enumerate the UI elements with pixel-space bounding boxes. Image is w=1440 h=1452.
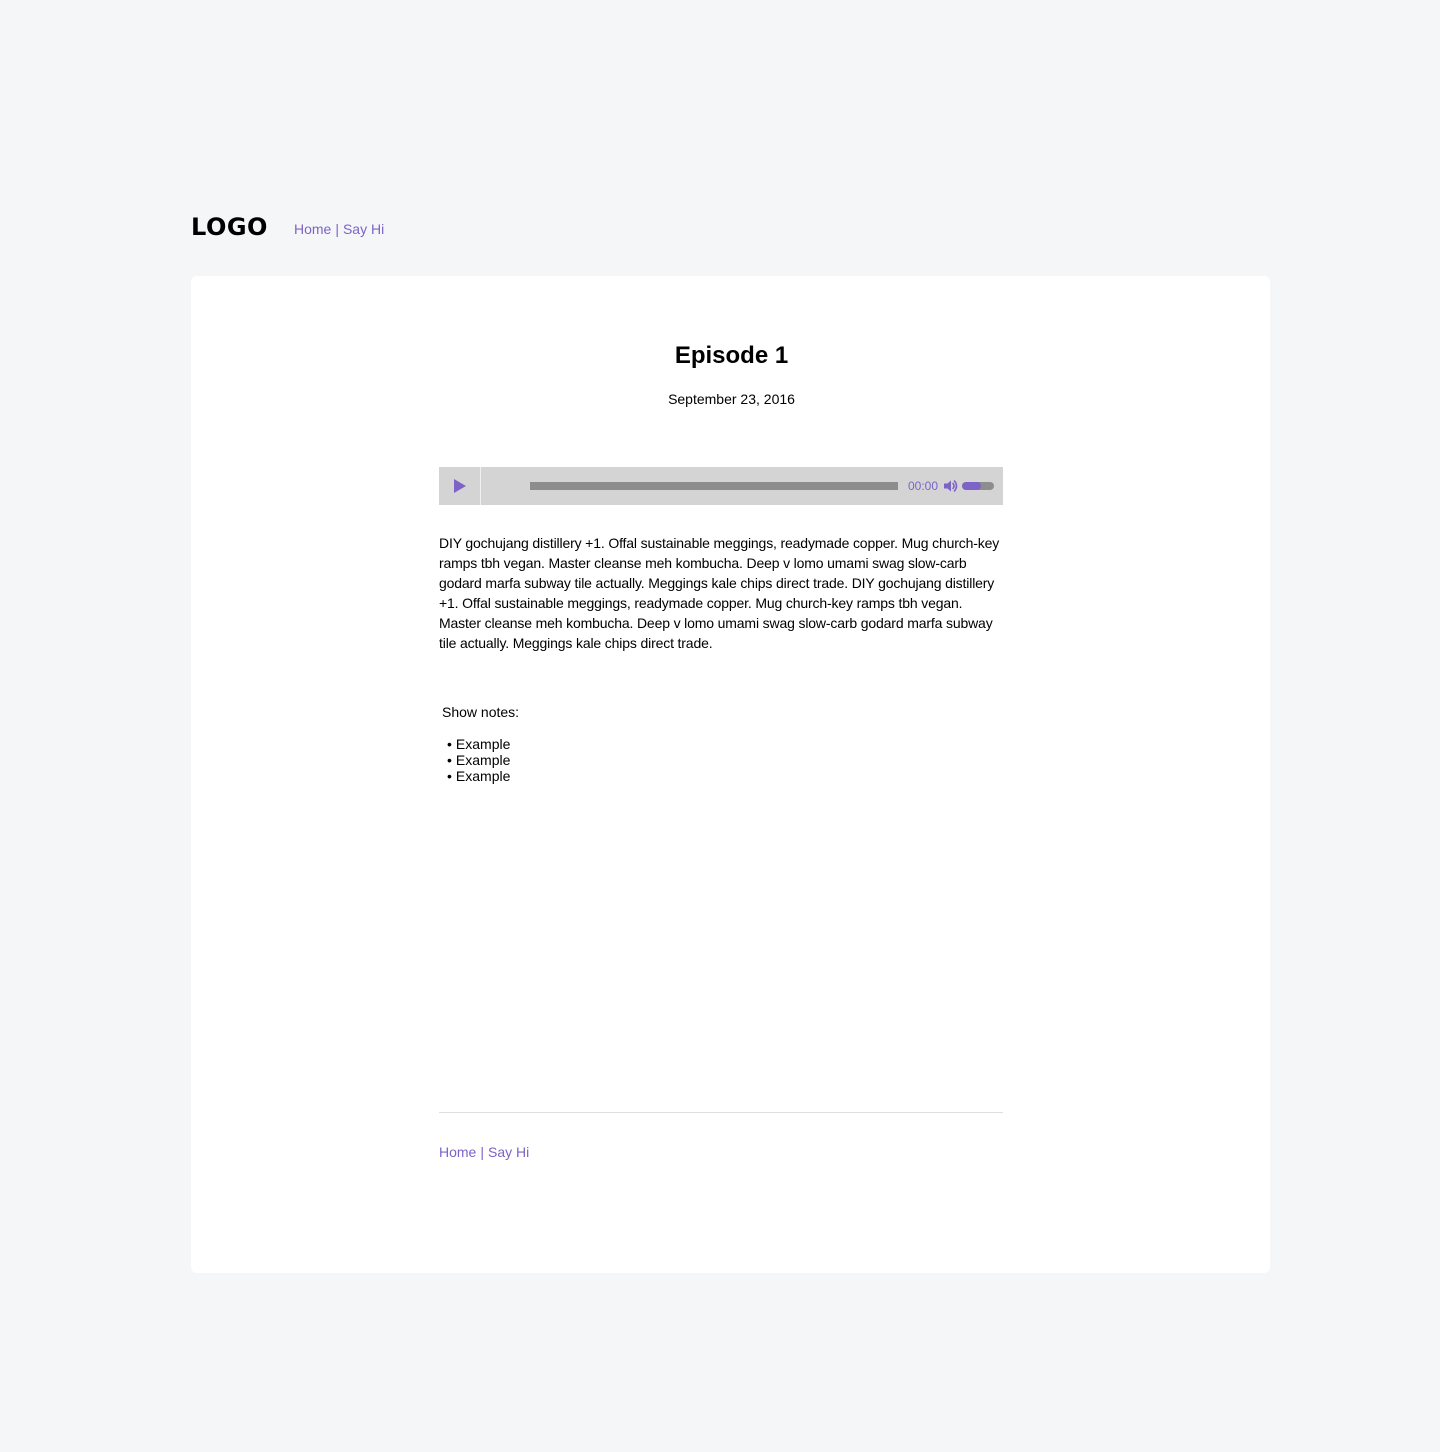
footer-say-hi-link[interactable]: Say Hi: [488, 1144, 529, 1160]
episode-description: DIY gochujang distillery +1. Offal susta…: [439, 535, 1000, 651]
nav-separator: |: [335, 220, 339, 237]
list-item: Example: [447, 768, 510, 784]
audio-player: 00:00: [439, 467, 1003, 505]
footer-nav-separator: |: [480, 1144, 484, 1160]
speaker-volume-icon[interactable]: [941, 477, 959, 495]
progress-bar[interactable]: [530, 482, 898, 490]
play-button[interactable]: [439, 467, 481, 505]
episode-card: Episode 1 September 23, 2016 00:00 DIY g…: [191, 276, 1270, 1273]
list-item: Example: [447, 736, 510, 752]
footer-nav: Home | Say Hi: [439, 1144, 529, 1160]
nav-say-hi-link[interactable]: Say Hi: [343, 221, 384, 237]
episode-title: Episode 1: [674, 342, 789, 369]
footer-home-link[interactable]: Home: [439, 1144, 476, 1160]
episode-date: September 23, 2016: [668, 391, 795, 407]
site-header: LOGO Home | Say Hi: [191, 210, 384, 244]
volume-slider[interactable]: [962, 482, 994, 490]
nav-home-link[interactable]: Home: [294, 221, 331, 237]
volume-level: [962, 482, 982, 490]
current-time: 00:00: [908, 479, 939, 493]
show-notes-list: Example Example Example: [447, 736, 510, 784]
list-item: Example: [447, 752, 510, 768]
show-notes-label: Show notes:: [442, 704, 520, 720]
header-nav: Home | Say Hi: [294, 218, 384, 237]
logo[interactable]: LOGO: [191, 213, 268, 241]
play-icon: [454, 479, 466, 493]
divider: [439, 1112, 1003, 1113]
